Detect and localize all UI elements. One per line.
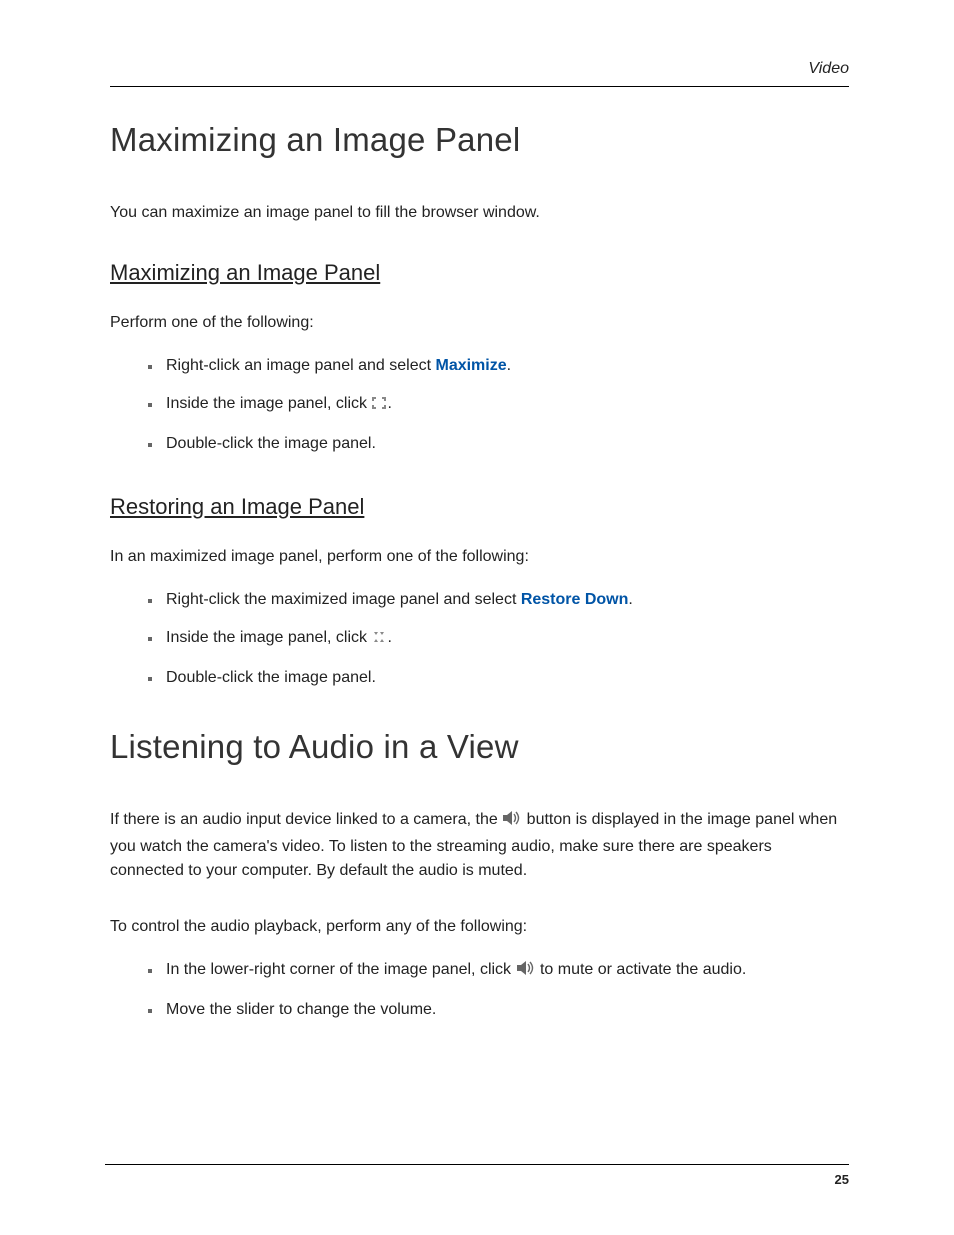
running-header: Video [110, 60, 849, 78]
sub2-lead: In an maximized image panel, perform one… [110, 548, 849, 566]
speaker-icon [502, 810, 522, 835]
speaker-icon [516, 960, 536, 984]
sub1-lead: Perform one of the following: [110, 314, 849, 332]
restore-icon [371, 628, 387, 652]
section-title-audio: Listening to Audio in a View [110, 728, 849, 766]
text: Right-click an image panel and select [166, 357, 435, 374]
subheading-maximizing: Maximizing an Image Panel [110, 260, 849, 286]
list-item: Double-click the image panel. [162, 432, 849, 456]
page-number: 25 [835, 1172, 849, 1187]
subheading-restoring: Restoring an Image Panel [110, 494, 849, 520]
list-item: Inside the image panel, click . [162, 392, 849, 418]
text: to mute or activate the audio. [536, 961, 747, 978]
list-item: Right-click the maximized image panel an… [162, 588, 849, 612]
text: Inside the image panel, click [166, 629, 371, 646]
text: Right-click the maximized image panel an… [166, 591, 521, 608]
section2-list: In the lower-right corner of the image p… [110, 958, 849, 1022]
footer-rule [105, 1164, 849, 1165]
sub1-list: Right-click an image panel and select Ma… [110, 354, 849, 456]
list-item: Double-click the image panel. [162, 666, 849, 690]
text: . [387, 395, 391, 412]
text: In the lower-right corner of the image p… [166, 961, 516, 978]
list-item: Move the slider to change the volume. [162, 998, 849, 1022]
keyword-maximize: Maximize [435, 357, 506, 374]
maximize-icon [371, 394, 387, 418]
sub2-list: Right-click the maximized image panel an… [110, 588, 849, 690]
section-title-maximizing: Maximizing an Image Panel [110, 121, 849, 159]
section2-lead: To control the audio playback, perform a… [110, 918, 849, 936]
page: Video Maximizing an Image Panel You can … [0, 0, 954, 1235]
text: . [387, 629, 391, 646]
text: . [628, 591, 632, 608]
keyword-restore-down: Restore Down [521, 591, 629, 608]
header-rule [110, 86, 849, 87]
list-item: Inside the image panel, click . [162, 626, 849, 652]
section2-para: If there is an audio input device linked… [110, 808, 849, 884]
text: . [507, 357, 511, 374]
list-item: Right-click an image panel and select Ma… [162, 354, 849, 378]
list-item: In the lower-right corner of the image p… [162, 958, 849, 984]
text: If there is an audio input device linked… [110, 811, 502, 828]
text: Inside the image panel, click [166, 395, 371, 412]
section1-intro: You can maximize an image panel to fill … [110, 201, 849, 226]
